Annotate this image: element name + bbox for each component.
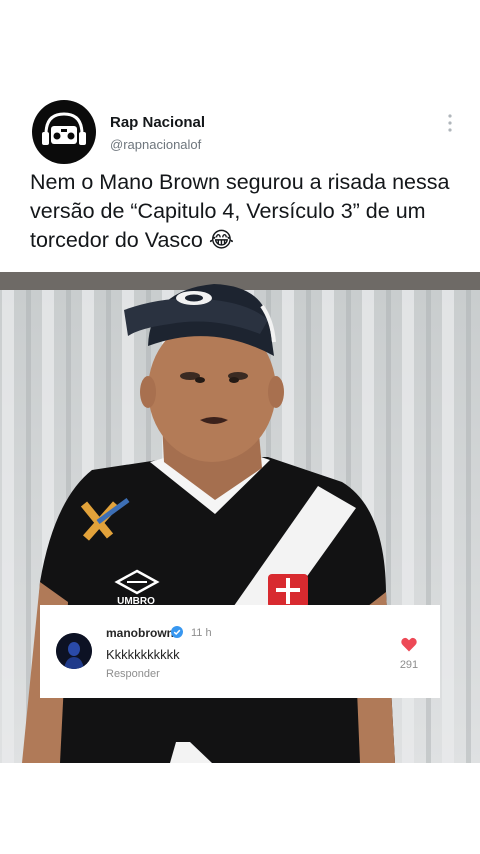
- verified-badge-icon: [171, 626, 183, 638]
- vertical-dots-icon[interactable]: [444, 112, 456, 134]
- reply-button[interactable]: Responder: [106, 668, 160, 680]
- boombox-headphones-icon: [42, 112, 86, 145]
- rap-nacional-avatar[interactable]: [32, 100, 96, 164]
- heart-icon[interactable]: [401, 637, 417, 652]
- commenter-username[interactable]: manobrown: [106, 626, 174, 640]
- comment-card: manobrown 11 h Kkkkkkkkkkk Responder 291: [40, 605, 440, 698]
- post-header: Rap Nacional @rapnacionalof: [32, 100, 452, 166]
- comment-time: 11 h: [191, 627, 212, 639]
- like-count: 291: [399, 659, 419, 671]
- post-text: Nem o Mano Brown segurou a risada nessa …: [30, 170, 450, 252]
- user-handle[interactable]: @rapnacionalof: [110, 137, 201, 152]
- commenter-avatar[interactable]: [56, 633, 92, 669]
- display-name[interactable]: Rap Nacional: [110, 114, 205, 131]
- silhouette-icon: [56, 633, 92, 669]
- comment-text: Kkkkkkkkkkk: [106, 647, 180, 662]
